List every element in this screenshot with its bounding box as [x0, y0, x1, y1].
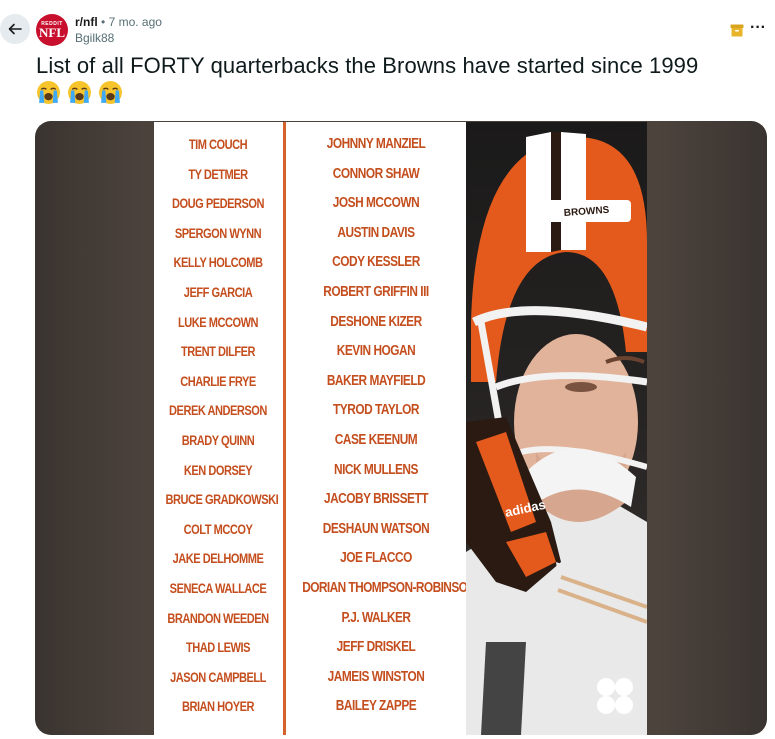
quarterback-name: JAMEIS WINSTON — [327, 668, 425, 685]
quarterback-name: DOUG PEDERSON — [171, 196, 265, 212]
quarterback-name: P.J. WALKER — [341, 609, 411, 626]
arrow-left-icon — [8, 23, 22, 35]
quarterback-name: JACOBY BRISSETT — [323, 491, 429, 508]
quarterback-name: KELLY HOLCOMB — [173, 255, 263, 271]
right-name-column: JOHNNY MANZIEL CONNOR SHAW JOSH MCCOWN AUST… — [286, 130, 476, 722]
post-age: 7 mo. ago — [108, 15, 162, 29]
quarterback-name: BAKER MAYFIELD — [326, 372, 426, 389]
quarterback-name: SPERGON WYNN — [174, 225, 262, 241]
post-title[interactable]: List of all FORTY quarterbacks the Brown… — [36, 52, 766, 80]
quarterback-name: JEFF DRISKEL — [336, 639, 416, 656]
quarterback-name: ROBERT GRIFFIN III — [323, 283, 429, 300]
quarterback-name: KEVIN HOGAN — [336, 343, 416, 360]
quarterback-name: DEREK ANDERSON — [169, 403, 267, 419]
player-photo: BROWNS adidas — [466, 122, 647, 735]
quarterback-name: BRADY QUINN — [181, 432, 255, 448]
quarterback-name: COLT MCCOY — [183, 521, 253, 537]
quarterback-name: NICK MULLENS — [334, 461, 418, 478]
quarterback-name: THAD LEWIS — [186, 640, 250, 656]
title-emoji-row — [36, 80, 123, 105]
quarterback-name: TY DETMER — [188, 166, 248, 182]
post-meta: r/nfl • 7 mo. ago Bgilk88 — [75, 14, 162, 46]
quarterback-name: BAILEY ZAPPE — [335, 698, 417, 715]
quarterback-name: LUKE MCCOWN — [177, 314, 259, 330]
quarterback-name: BRUCE GRADKOWSKI — [165, 492, 279, 508]
subreddit-link[interactable]: r/nfl — [75, 15, 98, 29]
quarterback-name: JOHNNY MANZIEL — [326, 136, 426, 152]
quarterback-name: AUSTIN DAVIS — [337, 224, 415, 241]
quarterback-name: KEN DORSEY — [183, 462, 253, 478]
quarterback-name: TRENT DILFER — [180, 344, 256, 360]
author-link[interactable]: Bgilk88 — [75, 30, 162, 46]
quarterback-name: BRANDON WEEDEN — [167, 610, 269, 626]
left-name-column: TIM COUCH TY DETMER DOUG PEDERSON SPERGON W… — [154, 130, 282, 722]
quarterback-name: JOSH MCCOWN — [332, 195, 420, 212]
loudly-crying-face-icon — [99, 81, 122, 104]
quarterback-name: JASON CAMPBELL — [170, 669, 266, 685]
quarterback-name: BRIAN HOYER — [181, 699, 255, 715]
quarterback-name: TIM COUCH — [188, 137, 248, 152]
quarterback-name: JOE FLACCO — [340, 550, 412, 567]
quarterback-name: JEFF GARCIA — [183, 284, 253, 300]
more-options-icon[interactable]: ··· — [748, 18, 768, 38]
avatar-main-text: NFL — [39, 25, 65, 40]
subreddit-avatar[interactable]: REDDIT NFL — [36, 14, 68, 46]
quarterback-name: CHARLIE FRYE — [180, 373, 256, 389]
meta-separator: • — [101, 15, 106, 29]
quarterback-name: TYROD TAYLOR — [333, 402, 419, 419]
loudly-crying-face-icon — [37, 81, 60, 104]
archive-icon[interactable] — [730, 24, 744, 37]
quarterback-name: DESHONE KIZER — [330, 313, 422, 330]
loudly-crying-face-icon — [68, 81, 91, 104]
quarterback-name: CONNOR SHAW — [332, 165, 420, 182]
back-button[interactable] — [0, 14, 30, 44]
quarterback-name: SENECA WALLACE — [169, 580, 267, 596]
quarterback-list: TIM COUCH TY DETMER DOUG PEDERSON SPERGON W… — [154, 122, 476, 735]
quarterback-name: DESHAUN WATSON — [322, 520, 430, 537]
post-image[interactable]: TIM COUCH TY DETMER DOUG PEDERSON SPERGON W… — [154, 122, 647, 735]
quarterback-name: CODY KESSLER — [332, 254, 420, 271]
quarterback-name: DORIAN THOMPSON-ROBINSON — [302, 579, 476, 596]
quarterback-name: JAKE DELHOMME — [172, 551, 264, 567]
quarterback-name: CASE KEENUM — [334, 431, 418, 448]
